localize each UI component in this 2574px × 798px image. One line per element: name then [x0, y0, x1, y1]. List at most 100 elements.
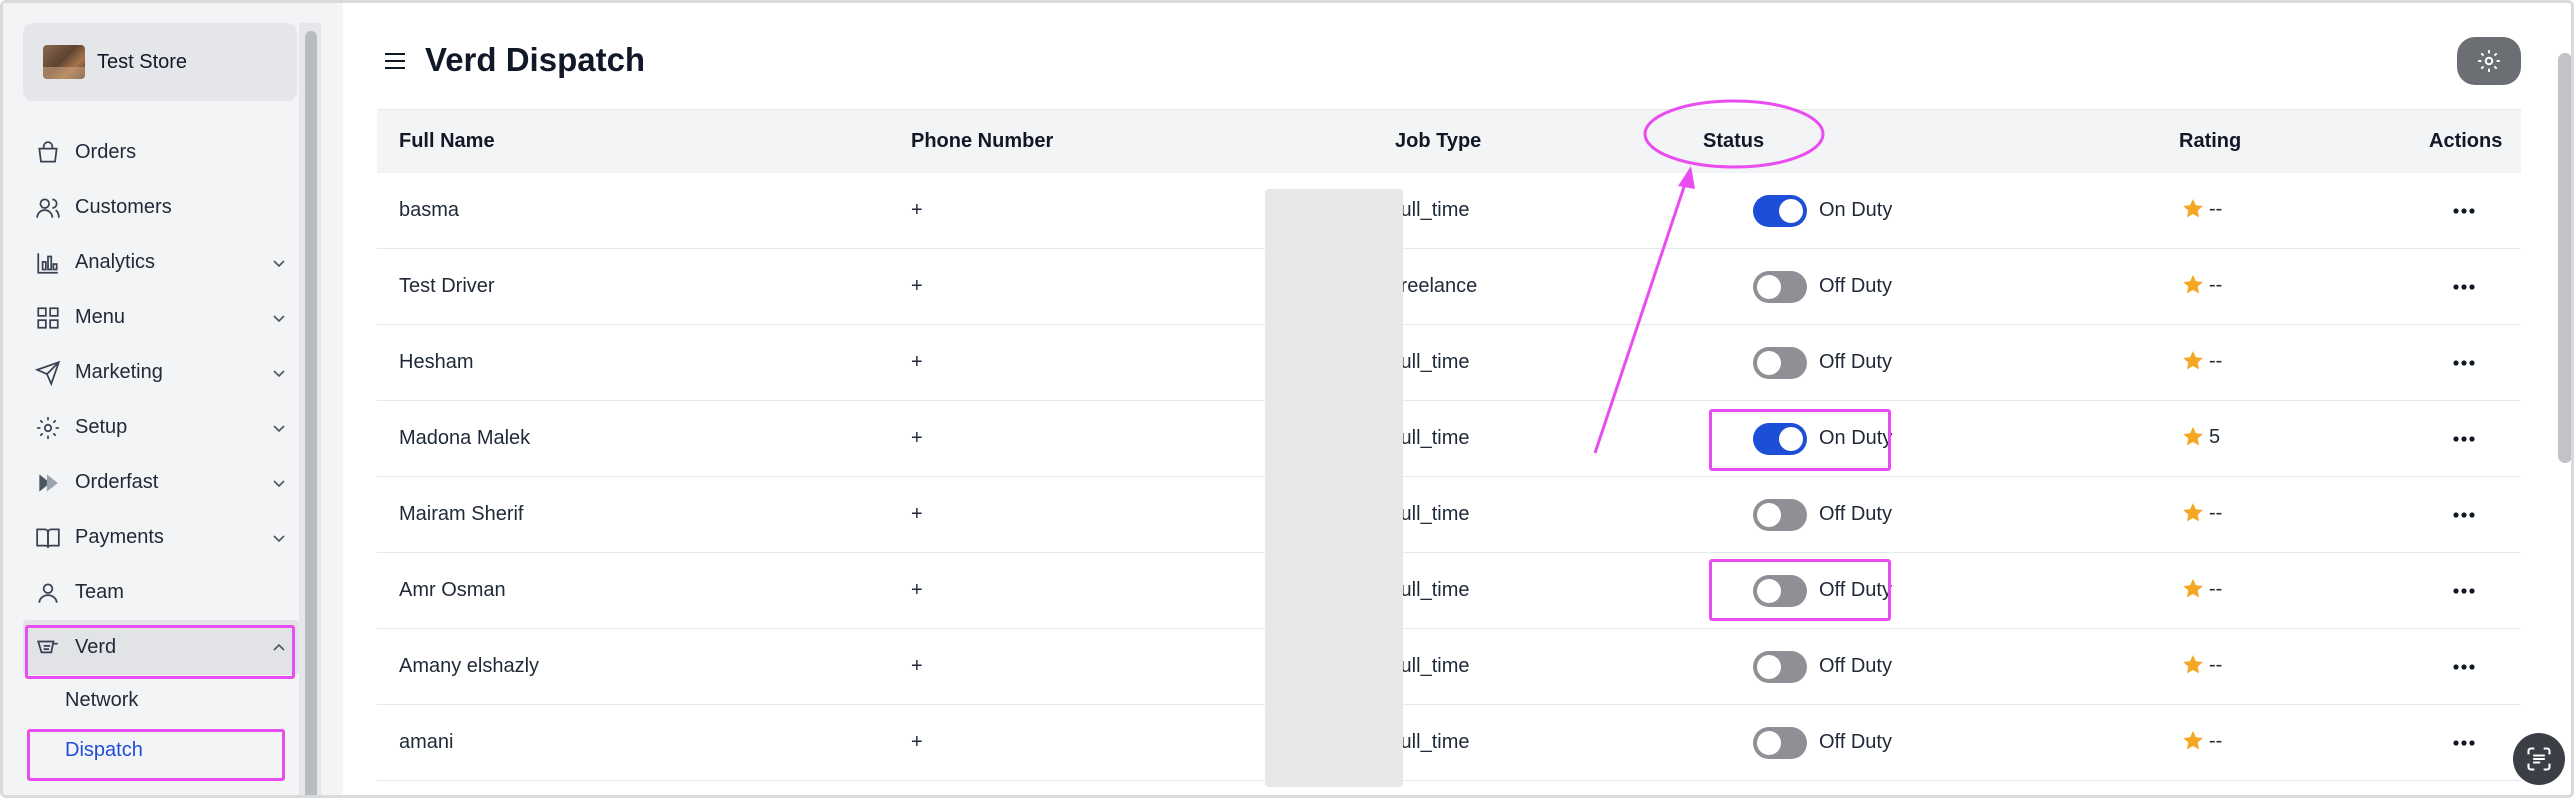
chevron-down-icon: [273, 260, 285, 268]
sidebar-item-orders[interactable]: Orders: [23, 125, 299, 180]
screenshot-tool-button[interactable]: [2513, 733, 2565, 785]
rating: --: [2181, 501, 2222, 525]
job-type: full_time: [1395, 731, 1470, 753]
toggle-knob: [1757, 731, 1781, 755]
store-switcher[interactable]: Test Store: [23, 23, 297, 101]
phone-redaction-block: [1265, 189, 1403, 787]
sidebar-item-analytics[interactable]: Analytics: [23, 235, 299, 290]
more-actions-icon[interactable]: [2451, 657, 2477, 677]
rating: --: [2181, 729, 2222, 753]
toggle-knob: [1757, 503, 1781, 527]
sidebar-item-label: Payments: [75, 526, 164, 548]
sidebar-item-team[interactable]: Team: [23, 565, 299, 620]
rating-value: --: [2209, 653, 2223, 676]
table-body: basma + full_time On Duty -- Test Driver + free…: [377, 173, 2521, 781]
sidebar-item-label: Team: [75, 581, 124, 603]
job-type: full_time: [1395, 427, 1470, 449]
driver-name: Test Driver: [399, 275, 495, 297]
chevron-down-icon: [273, 315, 285, 323]
driver-name: amani: [399, 731, 454, 753]
job-type: full_time: [1395, 579, 1470, 601]
table-header: Full Name Phone Number Job Type Status R…: [377, 109, 2521, 173]
book-icon: [36, 527, 60, 548]
phone-number: +: [911, 731, 923, 753]
driver-name: basma: [399, 199, 460, 221]
table-row[interactable]: Test Driver + freelance Off Duty --: [377, 249, 2521, 325]
more-actions-icon[interactable]: [2451, 277, 2477, 297]
main-scrollbar[interactable]: [2558, 53, 2571, 463]
star-icon: [2183, 579, 2203, 598]
star-icon: [2183, 503, 2203, 522]
duty-toggle[interactable]: [1753, 651, 1807, 683]
duty-status-label: On Duty: [1819, 199, 1893, 221]
duty-toggle[interactable]: [1753, 499, 1807, 531]
chevron-down-icon: [273, 535, 285, 543]
sidebar: Test Store Orders Customers Analytics Me…: [3, 3, 343, 795]
sidebar-subitem-network[interactable]: Network: [23, 675, 299, 725]
chevron-down-icon: [273, 480, 285, 488]
more-actions-icon[interactable]: [2451, 201, 2477, 221]
star-icon: [2183, 427, 2203, 446]
rating-value: --: [2209, 729, 2223, 752]
sidebar-item-label: Analytics: [75, 251, 156, 273]
toggle-knob: [1757, 655, 1781, 679]
more-actions-icon[interactable]: [2451, 505, 2477, 525]
column-header-phone-number[interactable]: Phone Number: [911, 130, 1053, 153]
table-row[interactable]: Mairam Sherif + full_time Off Duty --: [377, 477, 2521, 553]
table-row[interactable]: basma + full_time On Duty --: [377, 173, 2521, 249]
driver-name: Amany elshazly: [399, 655, 540, 677]
duty-toggle[interactable]: [1753, 195, 1807, 227]
column-header-full-name[interactable]: Full Name: [399, 130, 495, 153]
phone-number: +: [911, 275, 923, 297]
sidebar-item-orderfast[interactable]: Orderfast: [23, 455, 299, 510]
job-type: freelance: [1395, 275, 1478, 297]
table-row[interactable]: Madona Malek + full_time On Duty 5: [377, 401, 2521, 477]
table-row[interactable]: amani + full_time Off Duty --: [377, 705, 2521, 781]
column-header-job-type[interactable]: Job Type: [1395, 130, 1481, 153]
gear-icon: [2478, 50, 2500, 72]
orderfast-icon: [39, 473, 58, 492]
column-header-rating[interactable]: Rating: [2179, 130, 2241, 153]
duty-toggle[interactable]: [1753, 347, 1807, 379]
rating: --: [2181, 577, 2222, 601]
users-icon: [36, 197, 60, 218]
sidebar-item-setup[interactable]: Setup: [23, 400, 299, 455]
star-icon: [2183, 731, 2203, 750]
sidebar-item-marketing[interactable]: Marketing: [23, 345, 299, 400]
rating-value: --: [2209, 197, 2223, 220]
rating-value: --: [2209, 577, 2223, 600]
sidebar-item-menu[interactable]: Menu: [23, 290, 299, 345]
duty-status-label: Off Duty: [1819, 655, 1892, 677]
rating-value: 5: [2209, 425, 2221, 448]
annotation-highlight-verd: [25, 625, 295, 679]
duty-status-label: Off Duty: [1819, 503, 1892, 525]
more-actions-icon[interactable]: [2451, 353, 2477, 373]
sidebar-item-label: Orderfast: [75, 471, 159, 493]
column-header-actions: Actions: [2429, 130, 2503, 152]
duty-toggle[interactable]: [1753, 271, 1807, 303]
user-icon: [38, 582, 58, 603]
duty-status-label: Off Duty: [1819, 351, 1892, 373]
sidebar-item-payments[interactable]: Payments: [23, 510, 299, 565]
hamburger-menu-icon[interactable]: [383, 51, 407, 71]
sidebar-item-customers[interactable]: Customers: [23, 180, 299, 235]
send-icon: [35, 360, 61, 386]
sidebar-scrollbar-thumb[interactable]: [305, 31, 317, 795]
rating: --: [2181, 349, 2222, 373]
settings-button[interactable]: [2457, 37, 2521, 85]
app-window: Test Store Orders Customers Analytics Me…: [0, 0, 2574, 798]
gear-icon: [37, 416, 59, 439]
rating-value: --: [2209, 273, 2223, 296]
table-row[interactable]: Hesham + full_time Off Duty --: [377, 325, 2521, 401]
phone-number: +: [911, 351, 923, 373]
more-actions-icon[interactable]: [2451, 581, 2477, 601]
more-actions-icon[interactable]: [2451, 429, 2477, 449]
column-header-status[interactable]: Status: [1703, 130, 1764, 153]
duty-toggle[interactable]: [1753, 727, 1807, 759]
driver-name: Hesham: [399, 351, 474, 373]
sidebar-item-label: Customers: [75, 196, 172, 218]
table-row[interactable]: Amany elshazly + full_time Off Duty --: [377, 629, 2521, 705]
drivers-table: Full Name Phone Number Job Type Status R…: [377, 109, 2521, 781]
more-actions-icon[interactable]: [2451, 733, 2477, 753]
table-row[interactable]: Amr Osman + full_time Off Duty --: [377, 553, 2521, 629]
